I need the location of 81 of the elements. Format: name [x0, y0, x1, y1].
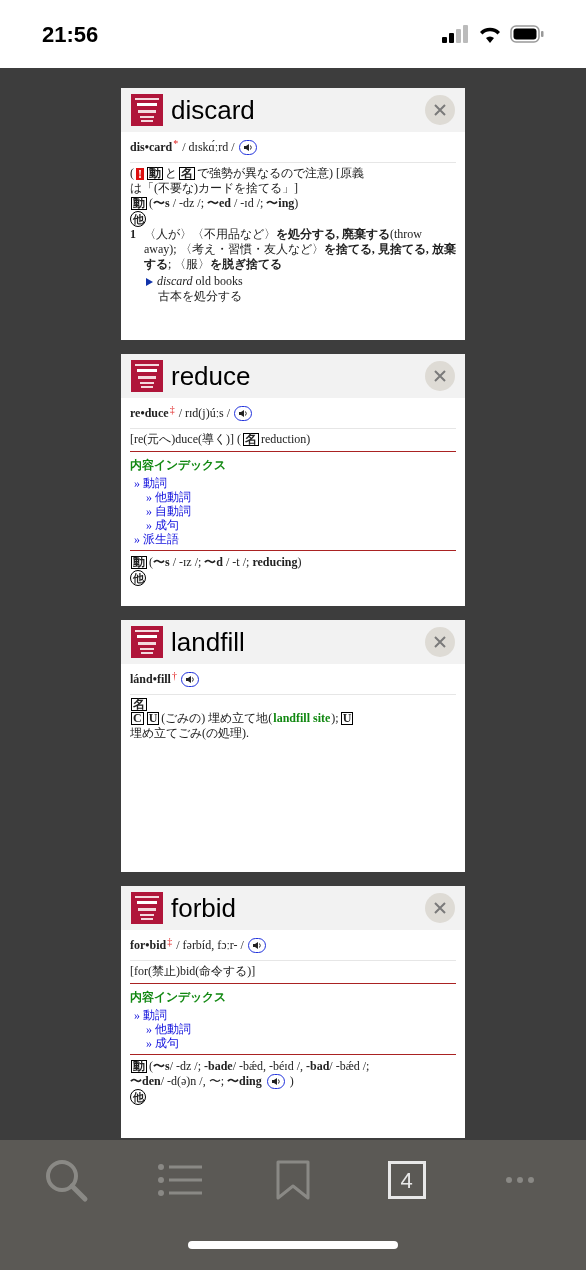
index-heading: 内容インデックス [130, 457, 226, 474]
entry-text: reduction) [260, 432, 311, 447]
headword: for•bid [130, 937, 167, 954]
index-link[interactable]: » 自動詞 [146, 504, 191, 518]
entry-text: (〜s / -dz /; 〜ed / -ɪd /; 〜ing) [149, 196, 299, 211]
card-title: landfill [171, 625, 246, 659]
index-link[interactable]: » 動詞 [134, 476, 167, 490]
entry-text: は「(不要な)カードを捨てる」] [130, 181, 298, 196]
close-icon [433, 369, 447, 383]
close-button[interactable] [425, 627, 455, 657]
wifi-icon [478, 25, 502, 43]
close-button[interactable] [425, 893, 455, 923]
close-icon [433, 103, 447, 117]
dictionary-card[interactable] [121, 88, 465, 340]
label-tag: 動 [147, 167, 163, 180]
book-logo-icon [131, 94, 163, 126]
frequency-mark: ‡ [169, 404, 175, 415]
battery-icon [510, 25, 544, 43]
term-text: landfill site [273, 711, 331, 726]
close-icon [433, 635, 447, 649]
headword: dis•card [130, 139, 173, 156]
bookmark-icon[interactable] [276, 1160, 310, 1200]
label-tag: 動 [131, 1060, 147, 1073]
search-icon[interactable] [43, 1157, 89, 1203]
entry-text: [for(禁止)bid(命令する)] [130, 964, 256, 979]
close-button[interactable] [425, 361, 455, 391]
book-logo-icon [131, 626, 163, 658]
entry-text: 埋め立てごみ(の処理). [130, 726, 249, 741]
label-tag: 動 [131, 197, 147, 210]
entry-text: で強勢が異なるので注意) [原義 [197, 166, 364, 181]
entry-text: ( [130, 166, 134, 181]
card-title: reduce [171, 359, 252, 393]
headword: lánd•fill [130, 671, 171, 688]
label-tag: U [340, 712, 354, 725]
dictionary-card[interactable]: reduce re•duce‡ / rɪd(j)úːs / [re(元へ)duce(導く)] ( 名 reduction) 内容インデックス » 動詞 » 他動詞 » 自動詞 » 成句 » 派生語 動 (〜s / -ɪz /; 〜d / -t /; reducing) 他 [121, 354, 465, 606]
example-translation: 古本を処分する [157, 289, 243, 304]
pronunciation: / dɪskɑ́ːrd / [182, 139, 235, 156]
close-icon [433, 901, 447, 915]
signal-icon [442, 25, 470, 43]
more-icon[interactable] [505, 1176, 535, 1184]
triangle-icon [146, 277, 153, 286]
index-link[interactable]: » 派生語 [134, 532, 179, 546]
label-tag: 名 [242, 433, 259, 446]
index-link[interactable]: » 他動詞 [146, 490, 191, 504]
entry-text: (〜s / -ɪz /; 〜d / -t /; reducing) [149, 555, 302, 570]
frequency-mark: ‡ [167, 936, 173, 947]
list-icon[interactable] [156, 1163, 203, 1197]
label-tag: C [131, 712, 144, 725]
dictionary-card[interactable]: landfill lánd•fill† 名 C U (ごみの) 埋め立て地(landfill site); U 埋め立てごみ(の処理). [121, 620, 465, 872]
label-tag: 名 [131, 698, 147, 711]
card-title: forbid [171, 891, 238, 925]
tabs-count-button[interactable]: 4 [387, 1161, 426, 1199]
card-title: discard [171, 93, 256, 127]
entry-text: (〜s/ -dz /; -bade/ -bǽd, -béɪd /, -bad/ -bǽd /; [149, 1059, 370, 1074]
index-link[interactable]: » 成句 [146, 1036, 179, 1050]
warning-tag: ! [136, 167, 144, 180]
frequency-mark: * [173, 138, 179, 149]
dictionary-card[interactable]: forbid for•bid‡ / fərbíd, fɔːr- / [for(禁止)bid(命令する)] 内容インデックス » 動詞 » 他動詞 » 成句 動 (〜s/ -dz /; -bade/ -bǽd, -béɪd /, -bad/ -bǽd /; 〜den/ -d(ə)n /, 〜; 〜ding ) 他 [121, 886, 465, 1138]
entry-text: と [165, 166, 177, 181]
label-tag: U [146, 712, 160, 725]
label-tag: 動 [131, 556, 147, 569]
index-link[interactable]: » 動詞 [134, 1008, 167, 1022]
entry-text: [re(元へ)duce(導く)] ( [130, 432, 241, 447]
entry-text: 〜den/ -d(ə)n /, 〜; 〜ding [130, 1074, 262, 1089]
example-text: discard old books [157, 274, 243, 289]
pronunciation: / rɪd(j)úːs / [178, 405, 230, 422]
pronunciation: / fərbíd, fɔːr- / [176, 937, 244, 954]
index-heading: 内容インデックス [130, 989, 226, 1006]
label-tag: 名 [179, 167, 195, 180]
frequency-mark: † [171, 670, 177, 681]
status-time: 21:56 [42, 20, 99, 49]
entry-text: ); [331, 711, 339, 726]
sense-number: 1 [130, 227, 136, 243]
index-link[interactable]: » 成句 [146, 518, 179, 532]
book-logo-icon [131, 892, 163, 924]
entry-text: ) [289, 1074, 294, 1089]
index-link[interactable]: » 他動詞 [146, 1022, 191, 1036]
book-logo-icon [131, 360, 163, 392]
headword: re•duce [130, 405, 169, 422]
entry-text: (ごみの) 埋め立て地( [161, 711, 273, 726]
close-button[interactable] [425, 95, 455, 125]
